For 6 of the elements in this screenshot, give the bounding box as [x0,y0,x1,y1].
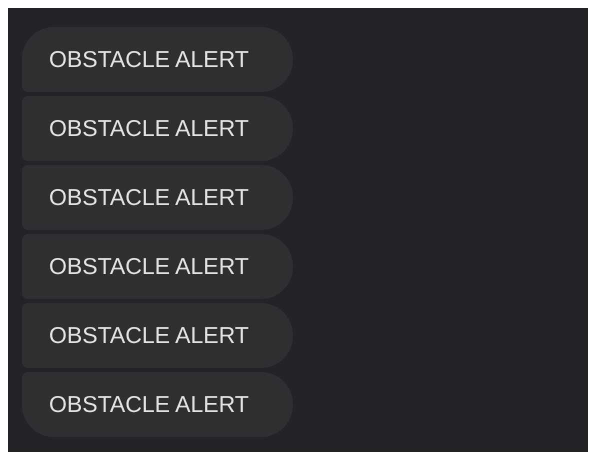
message-bubble: OBSTACLE ALERT [22,303,293,368]
message-bubble: OBSTACLE ALERT [22,27,293,92]
message-bubble: OBSTACLE ALERT [22,234,293,299]
message-bubble: OBSTACLE ALERT [22,165,293,230]
message-bubble: OBSTACLE ALERT [22,372,293,437]
message-bubble: OBSTACLE ALERT [22,96,293,161]
